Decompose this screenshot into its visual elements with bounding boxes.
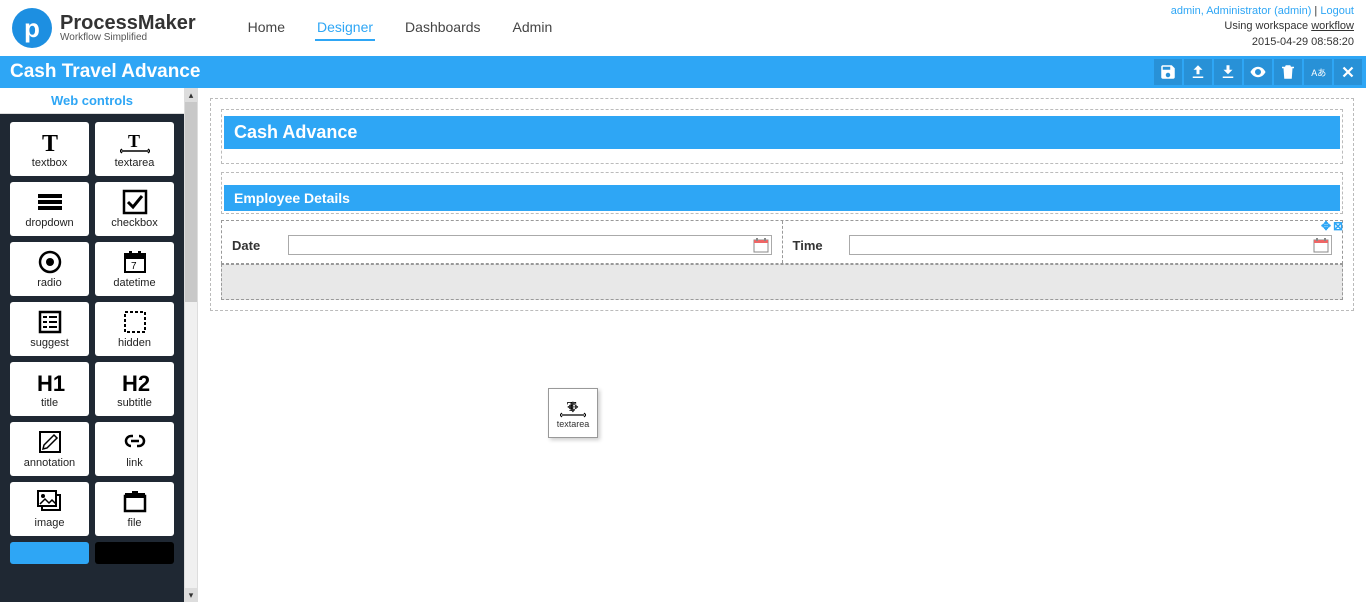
svg-text:H2: H2 <box>122 371 150 395</box>
nav-dashboards[interactable]: Dashboards <box>403 15 483 41</box>
nav-home[interactable]: Home <box>246 15 287 41</box>
section-heading[interactable]: Employee Details <box>224 185 1340 211</box>
brand-tagline: Workflow Simplified <box>60 33 196 43</box>
delete-icon[interactable] <box>1274 59 1302 85</box>
brand-logo: p ProcessMaker Workflow Simplified <box>12 8 196 48</box>
field-row[interactable]: ✥ ⊠ Date Time <box>221 220 1343 264</box>
calendar-icon[interactable] <box>753 237 769 253</box>
title-toolbar: Aあ <box>1154 59 1362 85</box>
main-area: Web controls Ttextbox Ttextarea dropdown… <box>0 88 1366 602</box>
control-hidden[interactable]: hidden <box>95 302 174 356</box>
control-checkbox[interactable]: checkbox <box>95 182 174 236</box>
control-title[interactable]: H1title <box>10 362 89 416</box>
time-label: Time <box>793 238 843 253</box>
move-cursor-icon: ✥ <box>567 399 579 416</box>
timestamp: 2015-04-29 08:58:20 <box>1171 35 1354 50</box>
delete-row-icon[interactable]: ⊠ <box>1332 220 1344 232</box>
close-icon[interactable] <box>1334 59 1362 85</box>
app-header: p ProcessMaker Workflow Simplified Home … <box>0 0 1366 56</box>
form-canvas[interactable]: Cash Advance Employee Details ✥ ⊠ Date T… <box>198 88 1366 602</box>
drop-target-row[interactable] <box>221 264 1343 300</box>
time-input[interactable] <box>849 235 1333 255</box>
control-swatch-blue[interactable] <box>10 542 89 564</box>
header-status: admin, Administrator (admin) | Logout Us… <box>1171 4 1354 50</box>
form-heading[interactable]: Cash Advance <box>224 116 1340 149</box>
nav-designer[interactable]: Designer <box>315 15 375 41</box>
user-link[interactable]: admin, Administrator (admin) <box>1171 5 1312 17</box>
date-cell[interactable]: Date <box>222 221 783 263</box>
control-link[interactable]: link <box>95 422 174 476</box>
control-subtitle[interactable]: H2subtitle <box>95 362 174 416</box>
import-icon[interactable] <box>1214 59 1242 85</box>
control-datetime[interactable]: 7datetime <box>95 242 174 296</box>
date-input[interactable] <box>288 235 772 255</box>
nav-admin[interactable]: Admin <box>511 15 555 41</box>
scroll-up-icon[interactable]: ▴ <box>185 88 197 102</box>
main-nav: Home Designer Dashboards Admin <box>246 15 555 41</box>
control-suggest[interactable]: suggest <box>10 302 89 356</box>
language-icon[interactable]: Aあ <box>1304 59 1332 85</box>
form-title-bar: Cash Travel Advance Aあ <box>0 56 1366 88</box>
move-row-icon[interactable]: ✥ <box>1320 220 1332 232</box>
date-label: Date <box>232 238 282 253</box>
control-textbox[interactable]: Ttextbox <box>10 122 89 176</box>
scroll-down-icon[interactable]: ▾ <box>185 588 197 602</box>
workspace-name: workflow <box>1311 20 1354 32</box>
preview-icon[interactable] <box>1244 59 1272 85</box>
control-annotation[interactable]: annotation <box>10 422 89 476</box>
controls-sidebar: Web controls Ttextbox Ttextarea dropdown… <box>0 88 184 602</box>
export-icon[interactable] <box>1184 59 1212 85</box>
control-dropdown[interactable]: dropdown <box>10 182 89 236</box>
form-title: Cash Travel Advance <box>10 61 200 83</box>
control-image[interactable]: image <box>10 482 89 536</box>
logo-icon: p <box>12 8 52 48</box>
svg-text:7: 7 <box>131 261 137 272</box>
time-cell[interactable]: Time <box>783 221 1343 263</box>
save-icon[interactable] <box>1154 59 1182 85</box>
control-swatch-black[interactable] <box>95 542 174 564</box>
sidebar-header: Web controls <box>0 88 184 114</box>
svg-text:T: T <box>42 131 58 155</box>
calendar-icon[interactable] <box>1313 237 1329 253</box>
brand-name: ProcessMaker <box>60 13 196 33</box>
form-container: Cash Advance Employee Details ✥ ⊠ Date T… <box>210 98 1354 311</box>
control-file[interactable]: file <box>95 482 174 536</box>
sidebar-scrollbar[interactable]: ▴ ▾ <box>184 88 198 602</box>
scroll-thumb[interactable] <box>185 102 197 302</box>
svg-text:Aあ: Aあ <box>1311 68 1326 78</box>
svg-text:H1: H1 <box>37 371 65 395</box>
controls-grid: Ttextbox Ttextarea dropdown checkbox rad… <box>0 114 184 572</box>
control-radio[interactable]: radio <box>10 242 89 296</box>
svg-text:T: T <box>128 131 140 151</box>
control-textarea[interactable]: Ttextarea <box>95 122 174 176</box>
logout-link[interactable]: Logout <box>1320 5 1354 17</box>
